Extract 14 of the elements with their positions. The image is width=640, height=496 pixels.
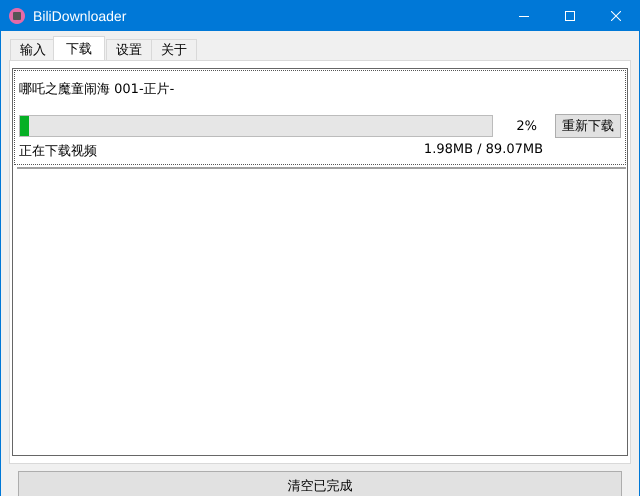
close-icon — [611, 10, 621, 20]
app-icon — [9, 8, 25, 24]
maximize-icon — [565, 10, 575, 20]
download-size: 1.98MB / 89.07MB — [424, 142, 543, 159]
video-title: 哪吒之魔童闹海 001-正片- — [19, 81, 176, 99]
tab[interactable]: 下载 — [53, 36, 105, 60]
clear-completed-button[interactable]: 清空已完成 — [18, 471, 622, 496]
progress-percent: 2% — [515, 118, 537, 134]
tab[interactable]: 关于 — [151, 39, 197, 60]
window-title: BiliDownloader — [33, 8, 128, 24]
tab[interactable]: 设置 — [106, 39, 152, 60]
download-status: 正在下载视频 — [19, 143, 97, 160]
tab[interactable]: 输入 — [10, 39, 56, 60]
redownload-button[interactable]: 重新下载 — [555, 114, 621, 138]
